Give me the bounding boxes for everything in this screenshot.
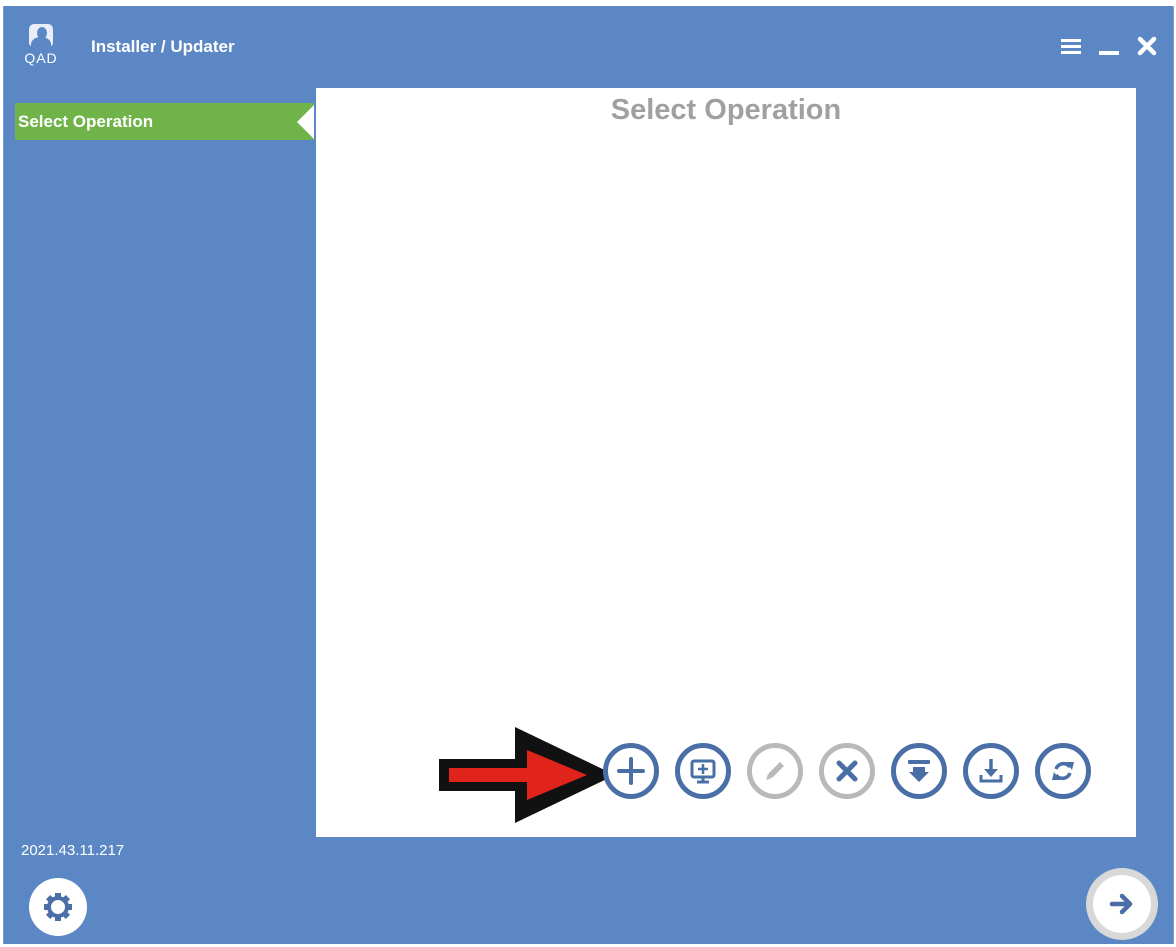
add-operation-button[interactable] [603,743,659,799]
app-title: Installer / Updater [91,37,235,56]
minimize-icon[interactable] [1097,34,1121,58]
pencil-icon [766,762,784,780]
download-arrow-icon [908,760,930,782]
install-operation-button[interactable] [891,743,947,799]
edit-operation-button[interactable] [747,743,803,799]
sidebar-item-label: Select Operation [18,112,154,131]
monitor-add-icon [690,759,716,784]
operation-toolbar [603,743,1091,799]
next-button[interactable] [1086,868,1158,940]
gear-icon [44,893,72,921]
version-label: 2021.43.11.217 [21,842,125,859]
window-controls [1059,34,1159,58]
refresh-icon [1052,762,1074,780]
download-tray-icon [979,759,1003,783]
qad-logo-mark [29,24,53,46]
operation-panel: Select Operation [316,88,1136,837]
qad-logo: QAD [20,24,62,70]
pointer-arrow-annotation [439,727,615,823]
page-title: Select Operation [610,94,842,126]
settings-button[interactable] [29,878,87,936]
download-operation-button[interactable] [963,743,1019,799]
refresh-operation-button[interactable] [1035,743,1091,799]
delete-operation-button[interactable] [819,743,875,799]
installer-window: QAD Installer / Updater Select Operation… [3,6,1174,944]
close-icon[interactable] [1135,34,1159,58]
plus-icon [617,757,645,785]
sidebar-item-select-operation[interactable]: Select Operation [15,103,314,140]
active-item-pointer [297,105,314,139]
arrow-right-icon [1109,893,1133,915]
add-workstation-button[interactable] [675,743,731,799]
next-button-inner [1093,875,1151,933]
menu-icon[interactable] [1059,34,1083,58]
qad-logo-text: QAD [24,50,58,66]
x-icon [836,760,858,782]
